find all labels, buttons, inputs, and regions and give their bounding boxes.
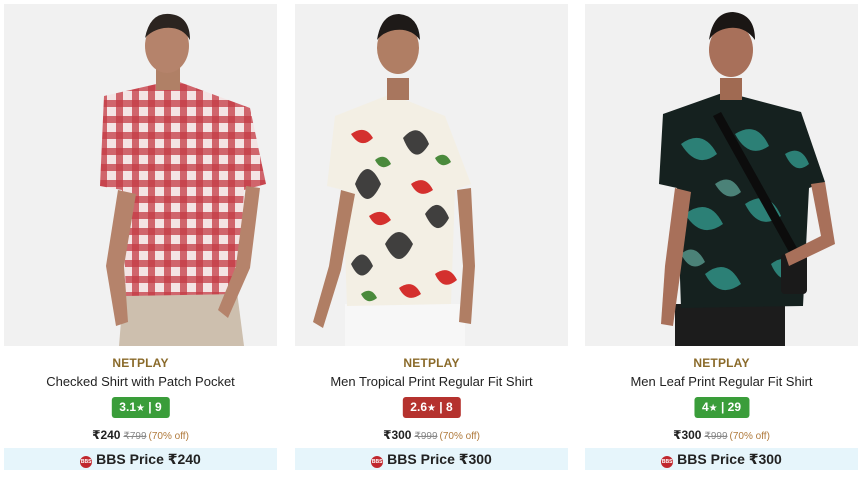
bbs-price-banner: BBS BBS Price ₹240 bbox=[4, 448, 277, 470]
product-photo bbox=[295, 4, 568, 346]
bbs-logo-icon: BBS bbox=[661, 456, 674, 468]
rating-count: 9 bbox=[155, 400, 162, 414]
rating-badge: 4★ | 29 bbox=[693, 397, 750, 418]
price-line: ₹300 ₹999 (70% off) bbox=[295, 428, 568, 442]
rating-value: 2.6 bbox=[410, 400, 427, 414]
rating-badge: 3.1★ | 9 bbox=[111, 397, 170, 418]
product-grid: NETPLAY Checked Shirt with Patch Pocket … bbox=[0, 0, 863, 494]
current-price: ₹300 bbox=[673, 428, 702, 442]
product-brand: NETPLAY bbox=[693, 356, 750, 370]
discount-label: (70% off) bbox=[148, 431, 189, 442]
product-card[interactable]: NETPLAY Men Leaf Print Regular Fit Shirt… bbox=[585, 0, 858, 494]
product-photo bbox=[4, 4, 277, 346]
product-image[interactable] bbox=[4, 4, 277, 346]
rating-value: 3.1 bbox=[119, 400, 136, 414]
bbs-logo-icon: BBS bbox=[80, 456, 93, 468]
bbs-price-banner: BBS BBS Price ₹300 bbox=[295, 448, 568, 470]
bbs-price-banner: BBS BBS Price ₹300 bbox=[585, 448, 858, 470]
star-icon: ★ bbox=[708, 403, 718, 414]
product-brand: NETPLAY bbox=[403, 356, 460, 370]
product-image[interactable] bbox=[295, 4, 568, 346]
mrp-price: ₹799 bbox=[123, 431, 147, 442]
rating-separator: | bbox=[439, 400, 443, 414]
product-image[interactable] bbox=[585, 4, 858, 346]
rating-count: 29 bbox=[727, 400, 742, 414]
bbs-price-label: BBS Price ₹300 bbox=[387, 451, 492, 467]
product-card[interactable]: NETPLAY Men Tropical Print Regular Fit S… bbox=[295, 0, 568, 494]
rating-count: 8 bbox=[446, 400, 453, 414]
rating-separator: | bbox=[148, 400, 152, 414]
bbs-price-label: BBS Price ₹300 bbox=[677, 451, 782, 467]
rating-value: 4 bbox=[701, 400, 709, 414]
rating-badge: 2.6★ | 8 bbox=[402, 397, 461, 418]
star-icon: ★ bbox=[426, 403, 436, 414]
price-line: ₹240 ₹799 (70% off) bbox=[4, 428, 277, 442]
mrp-price: ₹999 bbox=[414, 431, 438, 442]
discount-label: (70% off) bbox=[439, 431, 480, 442]
bbs-logo-icon: BBS bbox=[371, 456, 384, 468]
product-name[interactable]: Checked Shirt with Patch Pocket bbox=[4, 374, 277, 389]
mrp-price: ₹999 bbox=[704, 431, 728, 442]
rating-separator: | bbox=[720, 400, 725, 414]
star-icon: ★ bbox=[135, 403, 145, 414]
product-brand: NETPLAY bbox=[112, 356, 169, 370]
product-card[interactable]: NETPLAY Checked Shirt with Patch Pocket … bbox=[4, 0, 277, 494]
current-price: ₹240 bbox=[92, 428, 121, 442]
bbs-price-label: BBS Price ₹240 bbox=[96, 451, 201, 467]
product-name[interactable]: Men Leaf Print Regular Fit Shirt bbox=[585, 374, 858, 389]
product-name[interactable]: Men Tropical Print Regular Fit Shirt bbox=[295, 374, 568, 389]
product-photo bbox=[585, 4, 858, 346]
discount-label: (70% off) bbox=[729, 431, 770, 442]
current-price: ₹300 bbox=[383, 428, 412, 442]
price-line: ₹300 ₹999 (70% off) bbox=[585, 428, 858, 442]
